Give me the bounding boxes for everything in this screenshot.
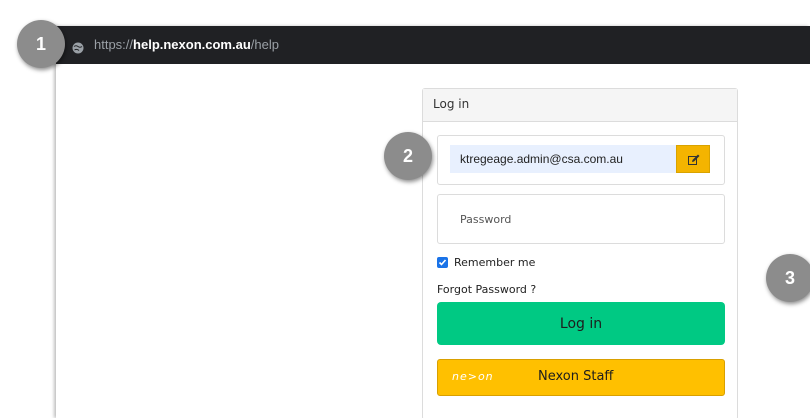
url-scheme: https:// — [94, 37, 134, 52]
remember-me-checkbox[interactable] — [437, 257, 448, 268]
url-host: help.nexon.com.au — [133, 37, 251, 52]
login-button[interactable]: Log in — [437, 302, 725, 345]
edit-email-button[interactable] — [676, 145, 710, 173]
address-bar[interactable]: https://help.nexon.com.au/help — [56, 26, 810, 64]
nexon-logo: ne>on — [452, 370, 494, 383]
url-text[interactable]: https://help.nexon.com.au/help — [94, 36, 279, 54]
edit-icon — [688, 154, 700, 165]
password-field-group — [437, 194, 725, 244]
globe-icon — [72, 39, 84, 54]
check-icon — [438, 259, 447, 266]
callout-badge-1: 1 — [17, 20, 65, 68]
forgot-password-link[interactable]: Forgot Password ? — [437, 283, 536, 296]
panel-title: Log in — [433, 97, 470, 111]
callout-badge-2: 2 — [384, 132, 432, 180]
password-field[interactable] — [448, 205, 710, 233]
email-field-group — [437, 135, 725, 185]
login-panel: Log in Remember me Forgot Password ? — [422, 88, 738, 418]
nexon-staff-label: Nexon Staff — [538, 369, 614, 384]
url-path: /help — [250, 37, 279, 52]
panel-header: Log in — [423, 89, 737, 122]
nexon-staff-button[interactable]: ne>on Nexon Staff — [437, 359, 725, 396]
browser-window: https://help.nexon.com.au/help Log in kt… — [56, 26, 810, 418]
remember-me-label[interactable]: Remember me — [454, 256, 535, 269]
email-field[interactable] — [450, 145, 676, 173]
callout-badge-3: 3 — [766, 254, 810, 302]
